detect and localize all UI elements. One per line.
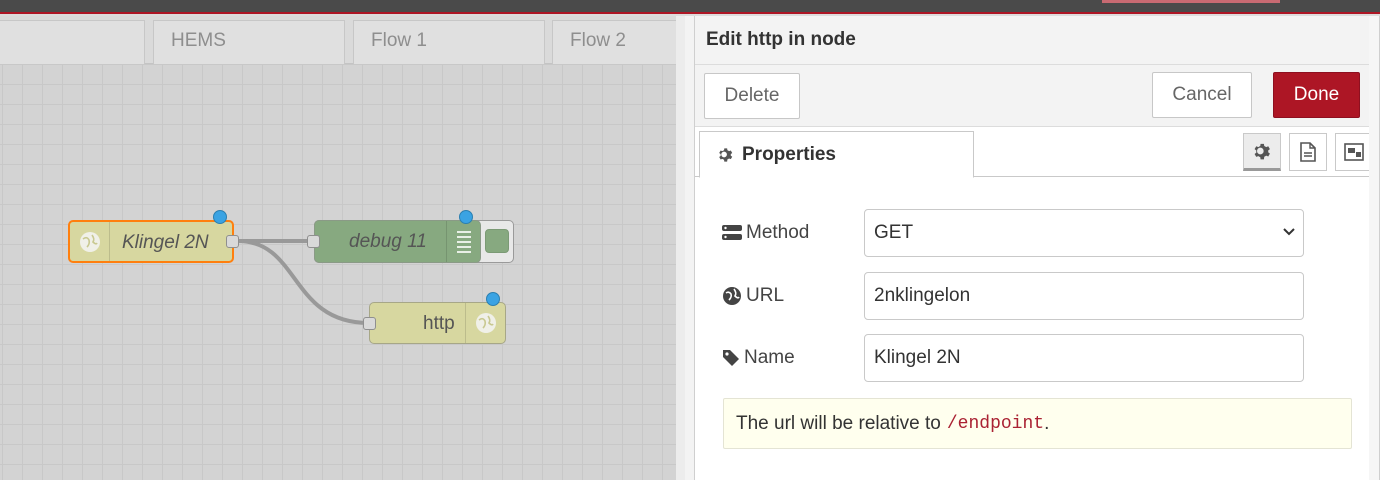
tab-partial[interactable] [0,20,145,64]
tip-suffix: . [1044,412,1050,434]
tag-icon [723,350,739,366]
node-debug-label: debug 11 [349,231,427,252]
gear-icon [719,148,733,162]
edit-tray-panel: Edit http in node Delete Cancel Done Pro… [694,16,1380,480]
tab-properties[interactable]: Properties [699,131,974,178]
tab-hems[interactable]: HEMS [153,20,345,64]
list-icon [446,221,480,262]
tip-text: The url will be relative to [736,412,941,434]
node-http[interactable]: http [369,302,506,344]
url-label: URL [722,272,784,320]
method-icon [722,225,742,240]
tray-toolbar: Delete Cancel Done [695,65,1379,127]
tray-scrollbar[interactable] [1369,16,1379,480]
node-debug[interactable]: debug 11 [314,220,481,263]
debug-toggle-button[interactable] [485,229,509,253]
header-accent [1102,0,1280,3]
node-klingel-label: Klingel 2N [122,232,209,253]
node-klingel[interactable]: Klingel 2N [68,220,234,263]
globe-icon [70,222,110,261]
done-button[interactable]: Done [1273,72,1360,118]
method-label: Method [722,209,809,257]
method-select[interactable]: GET [864,209,1304,257]
name-value: Klingel 2N [874,347,961,368]
node-http-label: http [423,313,455,334]
node-http-changed-dot [486,292,500,306]
appearance-icon [1344,143,1364,161]
tab-settings[interactable] [1243,133,1281,171]
node-debug-input-port[interactable] [307,235,320,248]
gear-icon [1254,143,1270,160]
delete-button[interactable]: Delete [704,73,800,119]
document-icon [1300,142,1316,162]
name-row: Name Klingel 2N [722,334,1362,382]
tab-description[interactable] [1289,133,1327,171]
node-klingel-changed-dot [213,210,227,224]
tip-code: /endpoint [946,413,1045,434]
node-debug-changed-dot [459,210,473,224]
method-value: GET [874,222,914,243]
tab-properties-label: Properties [742,143,836,165]
method-row: Method GET [722,209,1362,257]
tray-header: Edit http in node [695,16,1379,65]
workspace-tabs: HEMS Flow 1 Flow 2 [0,16,676,64]
tab-appearance[interactable] [1335,133,1373,171]
name-label: Name [722,334,795,382]
edit-tray: Edit http in node Delete Cancel Done Pro… [676,16,1380,480]
app-header [0,0,1380,14]
node-klingel-output-port[interactable] [226,235,239,248]
globe-icon [723,287,741,305]
url-value: 2nklingelon [874,285,971,306]
globe-icon [465,303,505,343]
url-row: URL 2nklingelon [722,272,1362,320]
name-input[interactable]: Klingel 2N [864,334,1304,382]
workspace: HEMS Flow 1 Flow 2 Klingel 2N debug 11 h… [0,16,676,480]
url-input[interactable]: 2nklingelon [864,272,1304,320]
cancel-button[interactable]: Cancel [1152,72,1252,118]
form-tip: The url will be relative to /endpoint . [723,398,1352,449]
flow-canvas[interactable]: Klingel 2N debug 11 http [0,64,676,480]
tab-flow-1[interactable]: Flow 1 [353,20,545,64]
node-http-input-port[interactable] [363,317,376,330]
tray-title: Edit http in node [706,29,856,50]
tray-tabs: Properties [695,127,1379,178]
tab-flow-2[interactable]: Flow 2 [552,20,676,64]
chevron-down-icon [1283,228,1295,236]
wires [237,239,370,325]
